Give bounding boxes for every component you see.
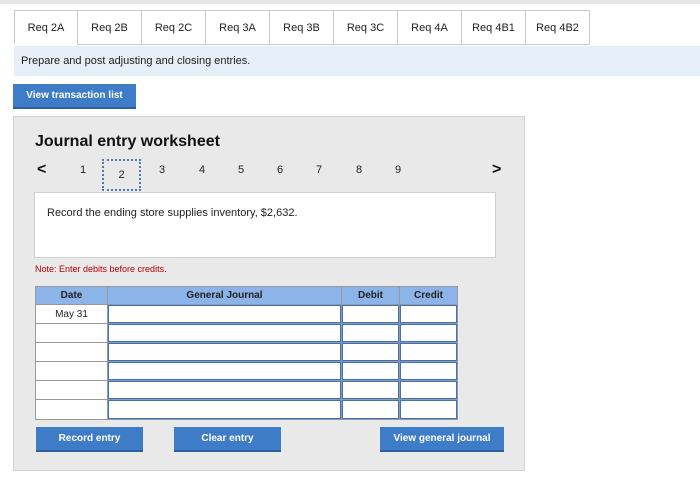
record-entry-button[interactable]: Record entry <box>36 427 143 452</box>
header-date: Date <box>36 287 108 305</box>
journal-header-row: Date General Journal Debit Credit <box>36 287 457 305</box>
page-6[interactable]: 6 <box>273 164 287 176</box>
journal-table: Date General Journal Debit Credit May 31 <box>35 286 458 420</box>
date-cell[interactable] <box>36 343 108 362</box>
requirement-tabs: Req 2A Req 2B Req 2C Req 3A Req 3B Req 3… <box>14 10 590 45</box>
table-row: May 31 <box>36 305 457 324</box>
tab-req-4b1[interactable]: Req 4B1 <box>462 10 526 45</box>
header-general-journal: General Journal <box>108 287 342 305</box>
debit-input[interactable] <box>342 400 400 419</box>
tab-req-2a[interactable]: Req 2A <box>14 10 78 45</box>
credit-input[interactable] <box>400 381 457 400</box>
next-arrow-icon[interactable]: > <box>492 162 501 178</box>
tab-req-3a[interactable]: Req 3A <box>206 10 270 45</box>
date-cell: May 31 <box>36 305 108 324</box>
journal-entry-worksheet: Journal entry worksheet < 1 2 3 4 5 6 7 … <box>13 116 525 471</box>
debit-input[interactable] <box>342 305 400 324</box>
page-2-active[interactable]: 2 <box>102 159 141 191</box>
tab-req-4b2[interactable]: Req 4B2 <box>526 10 590 45</box>
account-input[interactable] <box>108 324 342 343</box>
account-input[interactable] <box>108 400 342 419</box>
table-row <box>36 381 457 400</box>
debit-input[interactable] <box>342 381 400 400</box>
credit-input[interactable] <box>400 305 457 324</box>
table-row <box>36 362 457 381</box>
page-4[interactable]: 4 <box>195 164 209 176</box>
page-3[interactable]: 3 <box>155 164 169 176</box>
table-row <box>36 400 457 419</box>
debit-input[interactable] <box>342 343 400 362</box>
credit-input[interactable] <box>400 400 457 419</box>
debit-input[interactable] <box>342 362 400 381</box>
top-divider <box>0 0 700 4</box>
date-cell[interactable] <box>36 381 108 400</box>
date-cell[interactable] <box>36 324 108 343</box>
date-cell[interactable] <box>36 400 108 419</box>
credit-input[interactable] <box>400 324 457 343</box>
account-input[interactable] <box>108 362 342 381</box>
entry-description: Record the ending store supplies invento… <box>47 207 298 219</box>
account-input[interactable] <box>108 343 342 362</box>
debit-input[interactable] <box>342 324 400 343</box>
prev-arrow-icon[interactable]: < <box>37 162 46 178</box>
view-transaction-list-button[interactable]: View transaction list <box>13 84 136 109</box>
instruction-text: Prepare and post adjusting and closing e… <box>21 55 251 67</box>
tab-req-3c[interactable]: Req 3C <box>334 10 398 45</box>
table-row <box>36 343 457 362</box>
table-row <box>36 324 457 343</box>
date-cell[interactable] <box>36 362 108 381</box>
header-debit: Debit <box>342 287 400 305</box>
tab-req-4a[interactable]: Req 4A <box>398 10 462 45</box>
header-credit: Credit <box>400 287 457 305</box>
entry-description-box: Record the ending store supplies invento… <box>34 192 496 258</box>
instruction-bar: Prepare and post adjusting and closing e… <box>14 46 700 76</box>
view-general-journal-button[interactable]: View general journal <box>380 427 504 452</box>
tab-req-2c[interactable]: Req 2C <box>142 10 206 45</box>
tab-req-2b[interactable]: Req 2B <box>78 10 142 45</box>
worksheet-title: Journal entry worksheet <box>35 133 220 150</box>
entry-note: Note: Enter debits before credits. <box>35 264 167 274</box>
account-input[interactable] <box>108 305 342 324</box>
page-1[interactable]: 1 <box>76 164 90 176</box>
credit-input[interactable] <box>400 362 457 381</box>
account-input[interactable] <box>108 381 342 400</box>
credit-input[interactable] <box>400 343 457 362</box>
page-8[interactable]: 8 <box>352 164 366 176</box>
page-5[interactable]: 5 <box>234 164 248 176</box>
clear-entry-button[interactable]: Clear entry <box>174 427 281 452</box>
tab-req-3b[interactable]: Req 3B <box>270 10 334 45</box>
page-9[interactable]: 9 <box>391 164 405 176</box>
page-7[interactable]: 7 <box>312 164 326 176</box>
